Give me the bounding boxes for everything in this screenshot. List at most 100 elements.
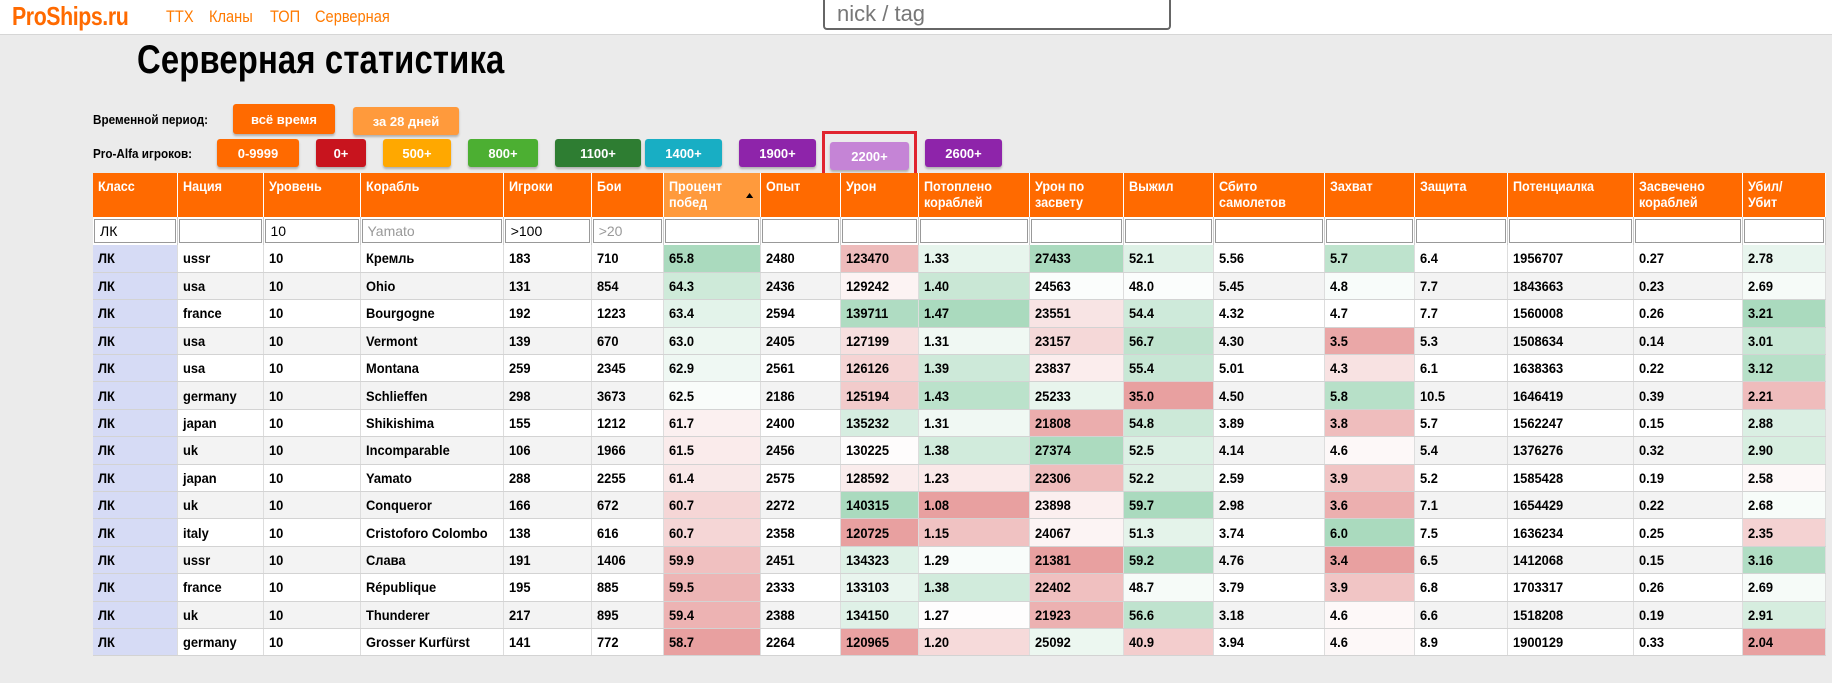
column-filter-input-17[interactable]: [1743, 219, 1824, 243]
column-filter-input-0[interactable]: [94, 219, 176, 243]
table-row[interactable]: ЛК japan 10 Yamato 288 2255 61.4 2575 128592 1.23…: [93, 464, 1826, 493]
column-header-0[interactable]: Класс: [93, 173, 178, 217]
column-filter-input-3[interactable]: [361, 219, 502, 243]
table-row[interactable]: ЛК germany 10 Schlieffen 298 3673 62.5 2186 1251…: [93, 381, 1826, 410]
table-cell: 10: [263, 272, 361, 301]
table-row[interactable]: ЛК japan 10 Shikishima 155 1212 61.7 2400 135232…: [93, 409, 1826, 438]
ship-name-cell[interactable]: Ohio: [360, 272, 504, 301]
column-header-1[interactable]: Нация: [177, 173, 264, 217]
period-28-days-button[interactable]: за 28 дней: [353, 107, 459, 135]
column-header-17[interactable]: Убил/ Убит: [1742, 173, 1826, 217]
cell-value: 23157: [1034, 332, 1071, 349]
column-header-13[interactable]: Захват: [1324, 173, 1415, 217]
column-filter-input-15[interactable]: [1508, 219, 1632, 243]
column-filter-input-2[interactable]: [264, 219, 359, 243]
column-header-16[interactable]: Засвечено кораблей: [1633, 173, 1743, 217]
column-filter-input-12[interactable]: [1214, 219, 1323, 243]
column-header-10[interactable]: Урон по засвету: [1029, 173, 1124, 217]
table-row[interactable]: ЛК ussr 10 Кремль 183 710 65.8 2480 123470 1.33 27…: [93, 245, 1826, 273]
table-row[interactable]: ЛК ussr 10 Слава 191 1406 59.9 2451 134323 1.29 21…: [93, 546, 1826, 575]
nav-clans[interactable]: Кланы: [209, 7, 253, 27]
table-cell: 183: [503, 245, 592, 273]
table-cell: 6.5: [1414, 546, 1508, 575]
ship-name-cell[interactable]: Yamato: [360, 464, 504, 493]
pro-alfa-0-9999-button[interactable]: 0-9999: [217, 139, 299, 167]
table-cell: 895: [591, 601, 664, 629]
table-row[interactable]: ЛК usa 10 Vermont 139 670 63.0 2405 127199 1.31 23…: [93, 327, 1826, 356]
table-row[interactable]: ЛК france 10 Bourgogne 192 1223 63.4 2594 139711…: [93, 299, 1826, 328]
cell-value: france: [182, 579, 222, 596]
table-row[interactable]: ЛК france 10 République 195 885 59.5 2333 133103…: [93, 573, 1826, 602]
pro-alfa-500-plus-button[interactable]: 500+: [383, 139, 451, 167]
column-header-7[interactable]: Опыт: [760, 173, 841, 217]
column-filter-input-9[interactable]: [919, 219, 1028, 243]
column-filter-input-13[interactable]: [1325, 219, 1413, 243]
pro-alfa-2600-plus-button[interactable]: 2600+: [925, 139, 1002, 167]
cell-value: 48.0: [1128, 278, 1154, 295]
column-filter-input-5[interactable]: [592, 219, 662, 243]
ship-name-cell[interactable]: Vermont: [360, 327, 504, 356]
column-header-6[interactable]: Процент побед: [663, 173, 761, 217]
table-row[interactable]: ЛК usa 10 Ohio 131 854 64.3 2436 129242 1.40 24563…: [93, 272, 1826, 301]
column-header-14[interactable]: Защита: [1414, 173, 1508, 217]
column-filter-input-10[interactable]: [1030, 219, 1122, 243]
pro-alfa-2200-plus-button[interactable]: 2200+: [830, 142, 909, 170]
table-cell: 0.26: [1633, 573, 1743, 602]
column-header-2[interactable]: Уровень: [263, 173, 361, 217]
column-filter-input-8[interactable]: [841, 219, 917, 243]
nav-top[interactable]: ТОП: [270, 7, 300, 27]
table-cell: 0.14: [1633, 327, 1743, 356]
cell-value: 1654429: [1512, 497, 1563, 514]
nav-server[interactable]: Серверная: [315, 7, 390, 27]
table-row[interactable]: ЛК germany 10 Grosser Kurfürst 141 772 58.7 226…: [93, 628, 1826, 657]
column-filter-input-6[interactable]: [664, 219, 759, 243]
column-filter-input-4[interactable]: [504, 219, 590, 243]
column-filter-input-11[interactable]: [1124, 219, 1212, 243]
pro-alfa-800-plus-button[interactable]: 800+: [468, 139, 538, 167]
nav-ttx[interactable]: ТТХ: [166, 7, 194, 27]
column-header-5[interactable]: Бои: [591, 173, 664, 217]
ship-name-cell[interactable]: Montana: [360, 354, 504, 383]
column-header-9[interactable]: Потоплено кораблей: [918, 173, 1030, 217]
ship-name-cell[interactable]: Кремль: [360, 245, 504, 273]
search-input[interactable]: [823, 0, 1171, 30]
cell-value: 772: [596, 634, 619, 651]
ship-name-cell[interactable]: Thunderer: [360, 601, 504, 629]
column-header-11[interactable]: Выжил: [1123, 173, 1214, 217]
ship-name-cell[interactable]: Conqueror: [360, 491, 504, 520]
column-header-15[interactable]: Потенциалка: [1507, 173, 1634, 217]
table-cell: 4.30: [1213, 327, 1325, 356]
table-cell: 0.19: [1633, 464, 1743, 493]
pro-alfa-1100-plus-button[interactable]: 1100+: [555, 139, 641, 167]
column-filter-input-14[interactable]: [1415, 219, 1506, 243]
ship-name-cell[interactable]: Слава: [360, 546, 504, 575]
table-cell: 1.15: [918, 518, 1030, 547]
column-filter-input-1[interactable]: [178, 219, 262, 243]
ship-name-cell[interactable]: Incomparable: [360, 436, 504, 465]
ship-name-cell[interactable]: République: [360, 573, 504, 602]
ship-name-cell[interactable]: Bourgogne: [360, 299, 504, 328]
cell-value: ussr: [182, 250, 210, 267]
ship-name-cell[interactable]: Cristoforo Colombo: [360, 518, 504, 547]
cell-value: Слава: [365, 551, 406, 568]
table-row[interactable]: ЛК uk 10 Thunderer 217 895 59.4 2388 134150 1.27 2…: [93, 601, 1826, 629]
pro-alfa-1400-plus-button[interactable]: 1400+: [645, 139, 722, 167]
column-header-12[interactable]: Сбито самолетов: [1213, 173, 1325, 217]
column-filter-input-7[interactable]: [761, 219, 839, 243]
column-header-8[interactable]: Урон: [840, 173, 919, 217]
pro-alfa-0-plus-button[interactable]: 0+: [316, 139, 366, 167]
pro-alfa-1900-plus-button[interactable]: 1900+: [739, 139, 816, 167]
table-row[interactable]: ЛК uk 10 Conqueror 166 672 60.7 2272 140315 1.08 2…: [93, 491, 1826, 520]
column-header-3[interactable]: Корабль: [360, 173, 504, 217]
cell-value: 3.8: [1329, 415, 1348, 432]
ship-name-cell[interactable]: Grosser Kurfürst: [360, 628, 504, 657]
ship-name-cell[interactable]: Schlieffen: [360, 381, 504, 410]
ship-name-cell[interactable]: Shikishima: [360, 409, 504, 438]
column-header-4[interactable]: Игроки: [503, 173, 592, 217]
column-filter-input-16[interactable]: [1634, 219, 1741, 243]
table-row[interactable]: ЛК italy 10 Cristoforo Colombo 138 616 60.7 235…: [93, 518, 1826, 547]
site-logo[interactable]: ProShips.ru: [12, 1, 129, 32]
period-all-time-button[interactable]: всё время: [233, 104, 335, 134]
table-row[interactable]: ЛК usa 10 Montana 259 2345 62.9 2561 126126 1.39 2…: [93, 354, 1826, 383]
table-row[interactable]: ЛК uk 10 Incomparable 106 1966 61.5 2456 130225 1…: [93, 436, 1826, 465]
